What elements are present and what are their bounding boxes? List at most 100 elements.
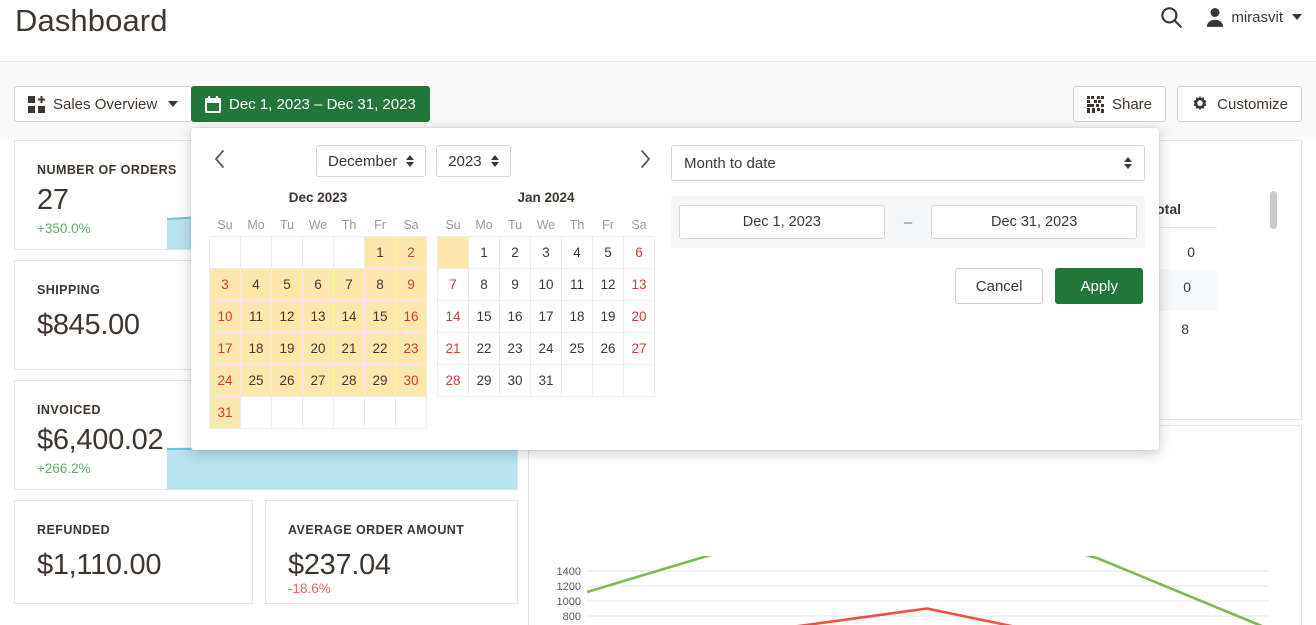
calendar-day[interactable]: 18 — [241, 332, 272, 364]
calendar-day-empty — [210, 236, 241, 268]
calendar-week-row: 28293031 — [438, 364, 655, 396]
vertical-scrollbar[interactable] — [1270, 191, 1277, 229]
end-date-input[interactable]: Dec 31, 2023 — [931, 205, 1137, 239]
table-cell: 0 — [1183, 279, 1191, 295]
calendar-day[interactable]: 17 — [531, 300, 562, 332]
calendar-day[interactable]: 11 — [241, 300, 272, 332]
calendar-day[interactable]: 3 — [531, 236, 562, 268]
calendar-day[interactable]: 19 — [272, 332, 303, 364]
kpi-delta: -18.6% — [288, 581, 331, 596]
calendar-day[interactable]: 6 — [303, 268, 334, 300]
calendar-day[interactable]: 12 — [593, 268, 624, 300]
month-select-value: December — [328, 153, 397, 170]
prev-month-button[interactable] — [205, 145, 233, 173]
calendar-day[interactable]: 20 — [624, 300, 655, 332]
calendar-day[interactable]: 10 — [210, 300, 241, 332]
calendar-day[interactable]: 17 — [210, 332, 241, 364]
calendar-day[interactable]: 26 — [272, 364, 303, 396]
search-icon[interactable] — [1158, 4, 1184, 30]
calendar-day[interactable]: 29 — [365, 364, 396, 396]
calendar-day[interactable]: 9 — [500, 268, 531, 300]
apply-button[interactable]: Apply — [1055, 268, 1143, 304]
weekday-header: Su — [438, 214, 469, 236]
calendar-day[interactable]: 28 — [438, 364, 469, 396]
calendar-day[interactable]: 4 — [241, 268, 272, 300]
customize-button[interactable]: Customize — [1177, 86, 1302, 122]
calendar-day[interactable]: 9 — [396, 268, 427, 300]
calendar-day[interactable]: 16 — [500, 300, 531, 332]
calendar-day[interactable]: 7 — [438, 268, 469, 300]
cancel-button[interactable]: Cancel — [955, 268, 1044, 304]
user-menu[interactable]: mirasvit — [1206, 7, 1302, 27]
calendar-day[interactable]: 31 — [531, 364, 562, 396]
calendar-day[interactable]: 15 — [469, 300, 500, 332]
calendar-day[interactable]: 24 — [210, 364, 241, 396]
calendar-day[interactable]: 30 — [500, 364, 531, 396]
calendar-day[interactable]: 14 — [334, 300, 365, 332]
weekday-header: Fr — [593, 214, 624, 236]
calendar-day-empty — [396, 396, 427, 428]
calendar-day-empty — [334, 236, 365, 268]
gear-icon — [1191, 95, 1209, 113]
calendar-day[interactable]: 5 — [593, 236, 624, 268]
year-select[interactable]: 2023 — [436, 145, 510, 177]
page-title: Dashboard — [15, 3, 168, 39]
calendar-day[interactable]: 27 — [624, 332, 655, 364]
calendar-day[interactable]: 18 — [562, 300, 593, 332]
share-button[interactable]: Share — [1073, 86, 1166, 122]
calendar-day[interactable]: 13 — [303, 300, 334, 332]
calendar-day[interactable]: 20 — [303, 332, 334, 364]
calendar-day[interactable]: 8 — [469, 268, 500, 300]
calendar-day[interactable]: 13 — [624, 268, 655, 300]
calendar-day[interactable]: 29 — [469, 364, 500, 396]
month-select[interactable]: December — [316, 145, 426, 177]
calendar-day[interactable]: 22 — [365, 332, 396, 364]
calendar-day[interactable]: 3 — [210, 268, 241, 300]
calendar-day[interactable]: 26 — [593, 332, 624, 364]
calendar-day[interactable]: 10 — [531, 268, 562, 300]
calendar-day[interactable]: 23 — [396, 332, 427, 364]
share-label: Share — [1112, 96, 1152, 113]
calendar-day[interactable]: 8 — [365, 268, 396, 300]
preset-range-select[interactable]: Month to date — [671, 145, 1145, 181]
calendar-day[interactable]: 1 — [365, 236, 396, 268]
calendar-day-empty — [365, 396, 396, 428]
calendar-day[interactable]: 31 — [210, 396, 241, 428]
updown-icon — [491, 155, 499, 167]
calendar-day[interactable]: 1 — [469, 236, 500, 268]
calendar-day[interactable]: 14 — [438, 300, 469, 332]
calendar-day[interactable]: 22 — [469, 332, 500, 364]
calendar-day[interactable]: 12 — [272, 300, 303, 332]
calendar-day[interactable]: 30 — [396, 364, 427, 396]
calendar-day[interactable]: 21 — [334, 332, 365, 364]
chevron-down-icon — [168, 101, 178, 107]
calendar-day[interactable]: 21 — [438, 332, 469, 364]
start-date-input[interactable]: Dec 1, 2023 — [679, 205, 885, 239]
calendar-day[interactable]: 2 — [500, 236, 531, 268]
calendar-day[interactable]: 6 — [624, 236, 655, 268]
table-cell: 8 — [1181, 321, 1189, 337]
calendar-day[interactable]: 19 — [593, 300, 624, 332]
calendar-day[interactable]: 27 — [303, 364, 334, 396]
calendar-day-empty — [438, 236, 469, 268]
calendar-day[interactable]: 15 — [365, 300, 396, 332]
calendar-day[interactable]: 11 — [562, 268, 593, 300]
calendar-day-empty — [593, 364, 624, 396]
date-range-button[interactable]: Dec 1, 2023 – Dec 31, 2023 — [191, 86, 430, 122]
calendar-day[interactable]: 7 — [334, 268, 365, 300]
calendar-day[interactable]: 4 — [562, 236, 593, 268]
weekday-header: Sa — [624, 214, 655, 236]
calendar-title: Dec 2023 — [209, 190, 427, 205]
calendar-day[interactable]: 2 — [396, 236, 427, 268]
calendar-day[interactable]: 25 — [241, 364, 272, 396]
calendar-day[interactable]: 24 — [531, 332, 562, 364]
calendar-day[interactable]: 16 — [396, 300, 427, 332]
chevron-right-icon — [639, 149, 652, 169]
calendar-day[interactable]: 5 — [272, 268, 303, 300]
next-month-button[interactable] — [631, 145, 659, 173]
calendar-day[interactable]: 25 — [562, 332, 593, 364]
calendar-day[interactable]: 23 — [500, 332, 531, 364]
calendar-week-row: 21222324252627 — [438, 332, 655, 364]
sales-overview-button[interactable]: Sales Overview — [14, 86, 192, 122]
calendar-day[interactable]: 28 — [334, 364, 365, 396]
